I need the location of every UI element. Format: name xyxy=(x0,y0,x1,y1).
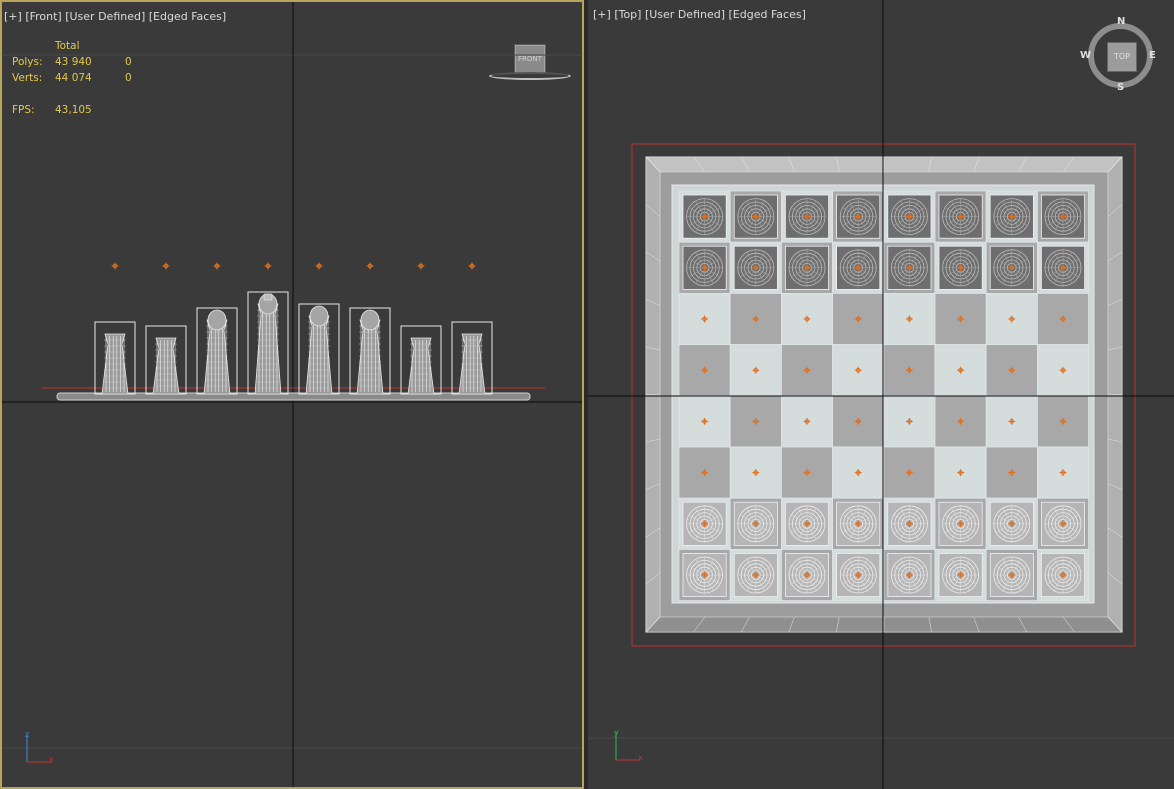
top-scene[interactable]: y x xyxy=(588,0,1174,789)
chess-piece-bishop xyxy=(349,307,391,395)
axis-label-x: x xyxy=(638,753,643,762)
chess-piece-knight xyxy=(145,325,187,395)
compass-east[interactable]: E xyxy=(1149,50,1156,61)
axis-label-x: x xyxy=(49,755,54,764)
axis-label-y: y xyxy=(614,728,619,737)
chess-piece-knight xyxy=(400,325,442,395)
front-viewport[interactable]: [+] [Front] [User Defined] [Edged Faces]… xyxy=(0,0,584,789)
front-scene[interactable]: z x xyxy=(2,2,584,789)
compass-west[interactable]: W xyxy=(1080,50,1091,61)
chess-piece-king xyxy=(247,291,289,395)
axis-tripod-icon: z x xyxy=(25,730,54,764)
chess-piece-rook xyxy=(94,321,136,395)
compass-north[interactable]: N xyxy=(1117,16,1125,27)
axis-label-z: z xyxy=(25,730,29,739)
axis-tripod-icon: y x xyxy=(614,728,643,762)
viewcube-compass[interactable]: TOP N E S W xyxy=(1080,16,1158,93)
chess-piece-rook xyxy=(451,321,493,395)
compass-south[interactable]: S xyxy=(1117,82,1124,93)
top-viewport[interactable]: [+] [Top] [User Defined] [Edged Faces] y… xyxy=(588,0,1174,789)
chess-piece-queen xyxy=(298,303,340,395)
chess-piece-bishop xyxy=(196,307,238,395)
viewcube-face[interactable]: TOP xyxy=(1107,42,1137,72)
